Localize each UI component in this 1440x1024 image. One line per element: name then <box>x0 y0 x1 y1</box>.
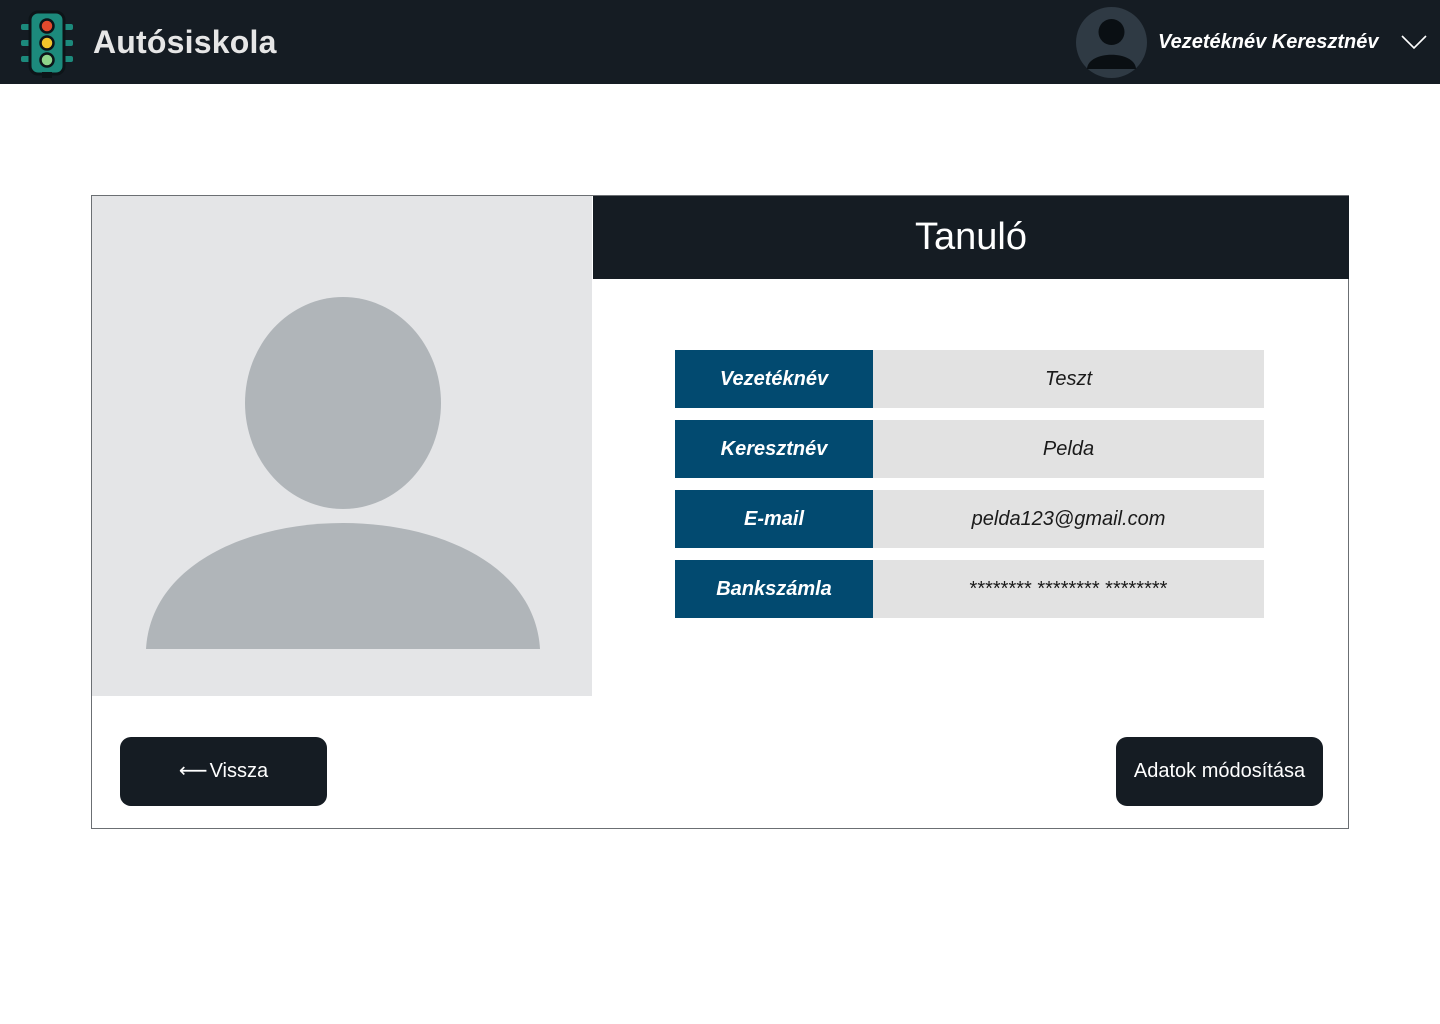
user-name[interactable]: Vezetéknév Keresztnév <box>1158 30 1379 54</box>
app-title[interactable]: Autósiskola <box>93 22 277 62</box>
profile-title: Tanuló <box>593 196 1349 279</box>
field-value: ******** ******** ******** <box>873 560 1264 618</box>
back-button-label: Vissza <box>209 760 269 782</box>
back-button[interactable]: ⟵ Vissza <box>120 737 327 806</box>
field-row-bank-account: Bankszámla ******** ******** ******** <box>675 560 1264 618</box>
student-profile-card: Tanuló Vezetéknév Teszt Keresztnév Pelda… <box>91 195 1349 829</box>
field-value: Teszt <box>873 350 1264 408</box>
top-navigation-bar: Autósiskola Vezetéknév Keresztnév <box>0 0 1440 84</box>
field-value: pelda123@gmail.com <box>873 490 1264 548</box>
field-row-email: E-mail pelda123@gmail.com <box>675 490 1264 548</box>
field-label: Keresztnév <box>675 420 873 478</box>
field-label: Vezetéknév <box>675 350 873 408</box>
profile-photo <box>92 196 592 696</box>
field-row-first-name: Keresztnév Pelda <box>675 420 1264 478</box>
chevron-down-icon[interactable] <box>1400 34 1428 50</box>
user-avatar-icon[interactable] <box>1076 7 1147 78</box>
edit-data-button[interactable]: Adatok módosítása <box>1116 737 1323 806</box>
traffic-light-icon[interactable] <box>18 10 76 78</box>
arrow-left-icon: ⟵ <box>178 760 208 782</box>
field-label: E-mail <box>675 490 873 548</box>
field-label: Bankszámla <box>675 560 873 618</box>
user-placeholder-icon <box>146 297 540 649</box>
field-row-last-name: Vezetéknév Teszt <box>675 350 1264 408</box>
field-value: Pelda <box>873 420 1264 478</box>
